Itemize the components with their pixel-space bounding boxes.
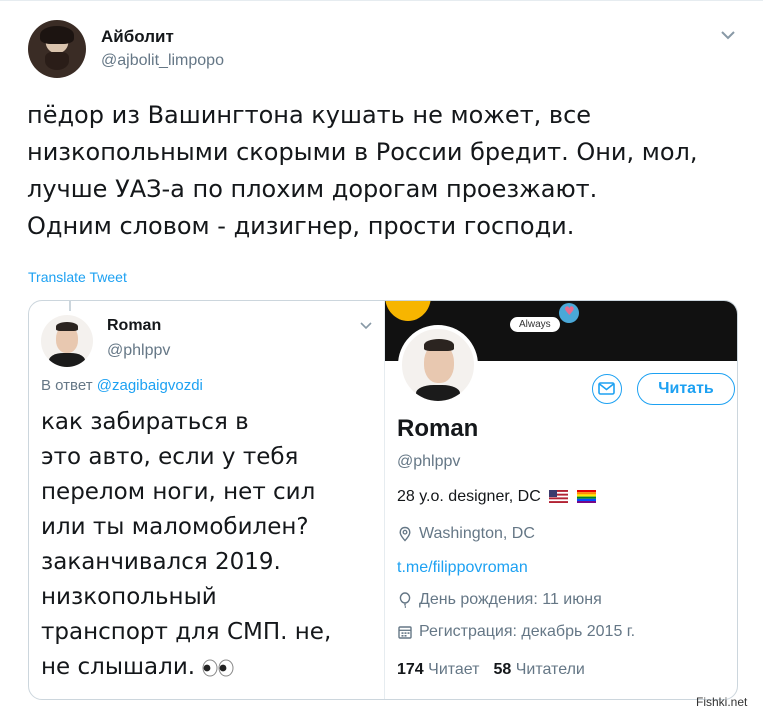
rainbow-flag-icon bbox=[576, 490, 596, 503]
embedded-screenshot: Roman @phlppv В ответ @zagibaigvozdi как… bbox=[28, 300, 738, 700]
profile-handle: @phlppv bbox=[397, 453, 461, 470]
heart-icon bbox=[559, 303, 579, 323]
following-count: 174 bbox=[397, 661, 424, 678]
location-text: Washington, DC bbox=[419, 525, 535, 542]
message-button[interactable] bbox=[592, 374, 622, 404]
profile-bio-text: 28 y.o. designer, DC bbox=[397, 488, 541, 505]
profile-location: Washington, DC bbox=[397, 525, 535, 543]
chevron-down-icon[interactable] bbox=[359, 321, 373, 331]
author-avatar[interactable] bbox=[28, 20, 86, 78]
joined-text: Регистрация: декабрь 2015 г. bbox=[419, 623, 636, 640]
us-flag-icon bbox=[549, 490, 569, 503]
followers-label: Читатели bbox=[515, 661, 585, 678]
embedded-tweet-body: как забираться в это авто, если у тебя п… bbox=[41, 409, 332, 680]
following-label: Читает bbox=[428, 661, 480, 678]
profile-avatar[interactable] bbox=[398, 325, 478, 405]
follow-button[interactable]: Читать bbox=[637, 373, 735, 405]
calendar-icon bbox=[398, 626, 412, 639]
embedded-author-name[interactable]: Roman bbox=[107, 317, 161, 335]
top-divider bbox=[0, 0, 763, 1]
chevron-down-icon[interactable] bbox=[719, 28, 737, 42]
balloon-icon bbox=[399, 592, 411, 608]
location-pin-icon bbox=[399, 526, 411, 542]
reply-to-line: В ответ @zagibaigvozdi bbox=[41, 377, 203, 394]
translate-tweet-link[interactable]: Translate Tweet bbox=[28, 269, 127, 285]
author-handle[interactable]: @ajbolit_limpopo bbox=[101, 52, 224, 70]
followers-count: 58 bbox=[493, 661, 512, 678]
envelope-icon bbox=[598, 382, 615, 395]
profile-website[interactable]: t.me/filippovroman bbox=[397, 559, 528, 577]
website-link[interactable]: t.me/filippovroman bbox=[397, 559, 528, 577]
profile-joined: Регистрация: декабрь 2015 г. bbox=[397, 623, 635, 641]
thread-line bbox=[69, 301, 71, 311]
eyes-emoji-icon bbox=[202, 659, 234, 676]
embedded-author-handle[interactable]: @phlppv bbox=[107, 342, 170, 360]
banner-bubble: Always bbox=[510, 317, 560, 332]
profile-bio: 28 y.o. designer, DC bbox=[397, 488, 596, 506]
followers-stat[interactable]: 58 Читатели bbox=[494, 661, 585, 678]
profile-stats: 174 Читает 58 Читатели bbox=[397, 661, 585, 679]
reply-mention-link[interactable]: @zagibaigvozdi bbox=[97, 377, 203, 394]
tweet-text: пёдор из Вашингтона кушать не может, все… bbox=[27, 101, 698, 240]
profile-name: Roman bbox=[397, 415, 479, 442]
profile-birthday: День рождения: 11 июня bbox=[397, 591, 602, 609]
following-stat[interactable]: 174 Читает bbox=[397, 661, 480, 678]
birthday-text: День рождения: 11 июня bbox=[419, 591, 602, 608]
reply-prefix: В ответ bbox=[41, 377, 93, 394]
watermark: Fishki.net bbox=[696, 695, 748, 709]
roman-avatar[interactable] bbox=[41, 315, 93, 367]
author-name[interactable]: Айболит bbox=[101, 27, 174, 47]
embedded-tweet-text: как забираться в это авто, если у тебя п… bbox=[41, 405, 386, 685]
